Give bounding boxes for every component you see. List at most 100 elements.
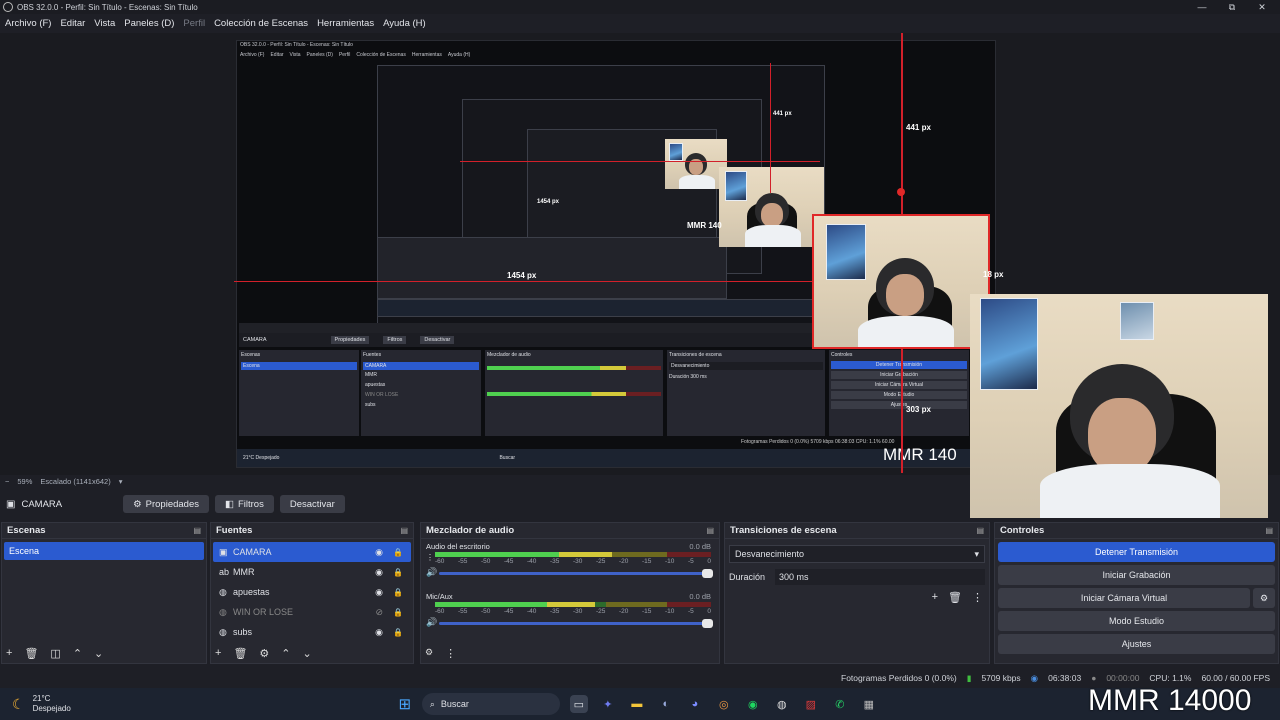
weather-icon[interactable]: ☾ [12, 696, 25, 713]
speaker-icon[interactable]: 🔊 [426, 617, 437, 628]
kebab-icon[interactable]: ⋮ [972, 591, 983, 604]
start-recording-button[interactable]: Iniciar Grabación [998, 565, 1275, 585]
add-icon[interactable]: + [6, 647, 12, 660]
add-icon[interactable]: + [215, 647, 221, 660]
whatsapp-icon[interactable]: ✆ [831, 695, 849, 713]
filters-button[interactable]: ◧ Filtros [215, 495, 274, 513]
nested-mixer-title: Mezclador de audio [487, 352, 531, 358]
copilot-icon[interactable]: ✦ [599, 695, 617, 713]
pdf-icon[interactable]: ▨ [802, 695, 820, 713]
source-item-win-or-lose[interactable]: ◍ WIN OR LOSE ⊘ 🔒 [213, 602, 411, 622]
guide-line-vertical [770, 63, 771, 193]
menu-paneles[interactable]: Paneles (D) [124, 18, 174, 29]
scale-label[interactable]: Escalado (1141x642) [40, 477, 110, 486]
stop-streaming-button[interactable]: Detener Transmisión [998, 542, 1275, 562]
dock-menu-icon[interactable]: ▤ [193, 526, 201, 535]
trash-icon[interactable]: 🗑 [948, 591, 962, 604]
eye-icon[interactable]: ◉ [375, 587, 383, 598]
close-button[interactable]: ✕ [1247, 0, 1277, 14]
nested-menu-item: Colección de Escenas [356, 52, 406, 58]
down-icon[interactable]: ⌄ [303, 647, 312, 660]
nested-controls-title: Controles [831, 352, 853, 358]
eye-hidden-icon[interactable]: ⊘ [375, 607, 383, 618]
chevron-down-icon[interactable]: ▾ [119, 477, 123, 486]
nested-menu-item: Vista [289, 52, 301, 58]
source-item-camara[interactable]: ▣ CAMARA ◉ 🔒 [213, 542, 411, 562]
studio-mode-button[interactable]: Modo Estudio [998, 611, 1275, 631]
window-title: OBS 32.0.0 - Perfil: Sin Título - Escena… [17, 2, 198, 12]
kebab-icon[interactable]: ⋮ [426, 553, 434, 562]
up-icon[interactable]: ⌃ [73, 647, 82, 660]
nested-props-btn: Propiedades [330, 336, 370, 344]
lock-icon[interactable]: 🔒 [393, 568, 403, 577]
duration-input[interactable]: 300 ms [775, 569, 985, 585]
menu-archivo[interactable]: Archivo (F) [5, 18, 51, 29]
gear-icon[interactable]: ⚙ [425, 647, 433, 660]
spotify-icon[interactable]: ◉ [744, 695, 762, 713]
menu-coleccion[interactable]: Colección de Escenas [214, 18, 308, 29]
weather-widget[interactable]: 21°C Despejado [33, 694, 71, 714]
file-explorer-icon[interactable]: ▬ [628, 695, 646, 713]
add-icon[interactable]: + [932, 591, 938, 604]
steam-icon[interactable]: ◐ [657, 695, 675, 713]
selected-source-bounds[interactable] [812, 214, 990, 349]
dock-menu-icon[interactable]: ▤ [400, 526, 408, 535]
task-view-icon[interactable]: ▭ [569, 695, 588, 713]
lock-icon[interactable]: 🔒 [393, 608, 403, 617]
source-item-mmr[interactable]: ab MMR ◉ 🔒 [213, 562, 411, 582]
camera-icon: ▣ [219, 546, 228, 557]
zoom-level[interactable]: 59% [17, 477, 32, 486]
controls-dock: Controles ▤ Detener Transmisión Iniciar G… [994, 522, 1279, 664]
chrome-icon[interactable]: ◎ [715, 695, 733, 713]
eye-icon[interactable]: ◉ [375, 547, 383, 558]
nested-source-item: WIN OR LOSE [365, 392, 399, 398]
volume-slider[interactable] [439, 569, 713, 578]
eye-icon[interactable]: ◉ [375, 567, 383, 578]
properties-button[interactable]: ⚙ Propiedades [123, 495, 209, 513]
slider-knob[interactable] [702, 569, 713, 578]
down-icon[interactable]: ⌄ [94, 647, 103, 660]
dock-menu-icon[interactable]: ▤ [1265, 526, 1273, 535]
windows-start-icon[interactable]: ⊞ [396, 695, 414, 713]
calculator-icon[interactable]: ▦ [860, 695, 878, 713]
gear-icon[interactable]: ⚙ [259, 647, 269, 660]
source-item-apuestas[interactable]: ◍ apuestas ◉ 🔒 [213, 582, 411, 602]
resize-handle[interactable] [897, 188, 905, 196]
taskbar-search[interactable]: ⌕ Buscar [421, 693, 560, 715]
gear-icon[interactable]: ⚙ [1253, 588, 1275, 608]
speaker-icon[interactable]: 🔊 [426, 567, 437, 578]
trash-icon[interactable]: 🗑 [24, 647, 38, 660]
scenes-footer: + 🗑 ◫ ⌃ ⌄ [6, 647, 103, 660]
obs-icon[interactable]: ◍ [773, 695, 791, 713]
lock-icon[interactable]: 🔒 [393, 588, 403, 597]
maximize-button[interactable]: ⧉ [1217, 0, 1247, 14]
menu-ayuda[interactable]: Ayuda (H) [383, 18, 426, 29]
eye-icon[interactable]: ◉ [375, 627, 383, 638]
meter-fill [435, 602, 596, 607]
scene-item[interactable]: Escena [4, 542, 204, 560]
source-item-subs[interactable]: ◍ subs ◉ 🔒 [213, 622, 411, 642]
settings-button[interactable]: Ajustes [998, 634, 1275, 654]
trash-icon[interactable]: 🗑 [233, 647, 247, 660]
deactivate-button[interactable]: Desactivar [279, 495, 345, 513]
dock-menu-icon[interactable]: ▤ [706, 526, 714, 535]
menu-vista[interactable]: Vista [94, 18, 115, 29]
virtual-camera-button[interactable]: Iniciar Cámara Virtual [998, 588, 1250, 608]
mmr-overlay-text: MMR 14000 [1088, 684, 1252, 717]
filter-icon[interactable]: ◫ [50, 647, 60, 660]
search-icon: ⌕ [429, 698, 435, 709]
menu-editar[interactable]: Editar [60, 18, 85, 29]
lock-icon[interactable]: 🔒 [393, 548, 403, 557]
menu-perfil[interactable]: Perfil [183, 18, 205, 29]
up-icon[interactable]: ⌃ [281, 647, 290, 660]
zoom-icon[interactable]: − [5, 477, 9, 486]
volume-slider[interactable] [439, 619, 713, 628]
kebab-icon[interactable]: ⋮ [445, 647, 456, 660]
menu-herramientas[interactable]: Herramientas [317, 18, 374, 29]
slider-knob[interactable] [702, 619, 713, 628]
dock-menu-icon[interactable]: ▤ [976, 526, 984, 535]
discord-icon[interactable]: ◕ [686, 695, 704, 713]
minimize-button[interactable]: — [1187, 0, 1217, 14]
lock-icon[interactable]: 🔒 [393, 628, 403, 637]
transition-select[interactable]: Desvanecimiento ▾ [729, 545, 985, 563]
